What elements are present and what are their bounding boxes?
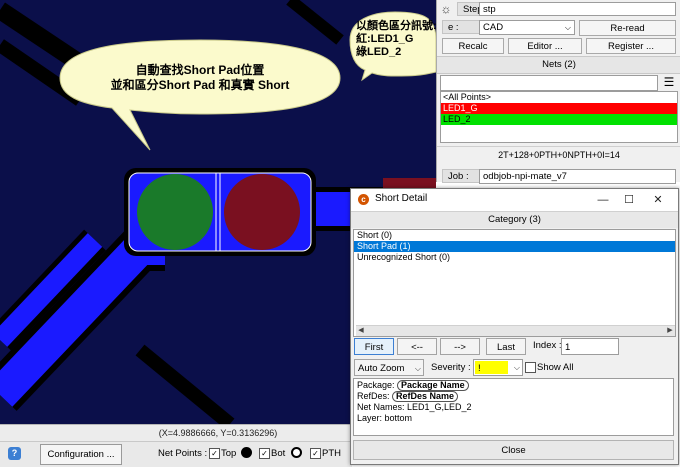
chevron-down-icon: ⌵: [564, 23, 571, 32]
callout-right-text: 以顏色區分訊號: 紅:LED1_G 綠LED_2: [356, 20, 452, 59]
index-input[interactable]: 1: [561, 338, 619, 355]
pth-checkbox[interactable]: ✓: [310, 448, 321, 459]
package-value: Package Name: [397, 380, 469, 391]
nets-list[interactable]: <All Points> LED1_G LED_2: [440, 91, 678, 143]
top-label: Top: [221, 448, 237, 459]
step-field[interactable]: stp: [479, 2, 676, 16]
gear-icon[interactable]: ☼: [439, 2, 453, 16]
bot-label: Bot: [271, 448, 286, 459]
chevron-down-icon: ⌵: [414, 364, 421, 373]
net-names: Net Names: LED1_G,LED_2: [357, 402, 472, 412]
callout-left-text: 自動查找Short Pad位置 並和區分Short Pad 和真實 Short: [75, 63, 325, 93]
close-icon[interactable]: ✕: [649, 192, 667, 208]
dialog-title-bar[interactable]: c Short Detail — ☐ ✕: [351, 189, 678, 211]
callout-left-bubble: [59, 39, 341, 151]
severity-value: !: [475, 361, 508, 374]
index-label: Index :: [533, 340, 562, 351]
minimize-icon[interactable]: —: [594, 192, 612, 208]
severity-label: Severity :: [431, 362, 471, 373]
net-points-label: Net Points :: [158, 448, 208, 459]
net-item-all[interactable]: <All Points>: [441, 92, 677, 103]
scroll-left-icon[interactable]: ◀: [356, 326, 366, 336]
top-checkbox[interactable]: ✓: [209, 448, 220, 459]
short-detail-dialog: c Short Detail — ☐ ✕ Category (3) Short …: [350, 188, 679, 465]
bot-dot-icon: [291, 447, 302, 458]
source-select-value: CAD: [483, 22, 504, 33]
dark-trace: [286, 0, 344, 45]
dialog-title: Short Detail: [375, 193, 428, 204]
net-item-led1g[interactable]: LED1_G: [441, 103, 677, 114]
severity-select[interactable]: ! ⌵: [473, 359, 523, 376]
callout-right-line3: 綠LED_2: [356, 46, 402, 58]
callout-left-line2: 並和區分Short Pad 和真實 Short: [110, 78, 290, 92]
editor-button[interactable]: Editor ...: [508, 38, 582, 54]
app-icon: c: [358, 194, 369, 205]
filter-icon[interactable]: ☰: [661, 74, 677, 90]
zoom-select[interactable]: Auto Zoom ⌵: [354, 359, 424, 376]
nets-header: Nets (2): [437, 56, 680, 74]
right-panel: ☼ Step : stp e : CAD ⌵ Re-read Recalc Ed…: [436, 0, 680, 185]
pth-label: PTH: [322, 448, 341, 459]
scroll-right-icon[interactable]: ▶: [665, 326, 675, 336]
previous-button[interactable]: <--: [397, 338, 437, 355]
layer: Layer: bottom: [357, 412, 413, 423]
callout-right-line2: 紅:LED1_G: [356, 33, 414, 45]
refdes-value: RefDes Name: [392, 391, 459, 402]
job-label: Job :: [442, 169, 480, 183]
nets-filter-input[interactable]: [440, 75, 658, 91]
bot-checkbox[interactable]: ✓: [259, 448, 270, 459]
last-button[interactable]: Last: [486, 338, 526, 355]
close-button[interactable]: Close: [353, 440, 674, 460]
detail-info-box: Package: Package Name RefDes: RefDes Nam…: [353, 378, 674, 436]
dark-trace: [135, 344, 235, 424]
control-row: Auto Zoom ⌵ Severity : ! ⌵ Show All: [351, 358, 678, 378]
callout-right-line1: 以顏色區分訊號:: [356, 20, 437, 32]
chevron-down-icon: ⌵: [513, 363, 520, 372]
show-all-label: Show All: [537, 362, 574, 373]
show-all-checkbox[interactable]: [525, 362, 536, 373]
next-button[interactable]: -->: [440, 338, 480, 355]
job-field[interactable]: odbjob-npi-mate_v7: [479, 169, 676, 184]
pad-led1g-red: [224, 174, 300, 250]
reread-button[interactable]: Re-read: [579, 20, 676, 36]
package-label: Package:: [357, 380, 395, 390]
top-dot-icon: [241, 447, 252, 458]
zoom-select-value: Auto Zoom: [358, 363, 405, 374]
refdes-row: RefDes: RefDes Name: [357, 391, 670, 402]
callout-left-line1: 自動查找Short Pad位置: [135, 63, 265, 77]
category-item-short[interactable]: Short (0): [354, 230, 675, 241]
net-item-led2[interactable]: LED_2: [441, 114, 677, 125]
category-list[interactable]: Short (0) Short Pad (1) Unrecognized Sho…: [353, 229, 676, 337]
package-row: Package: Package Name: [357, 380, 670, 391]
category-item-short-pad[interactable]: Short Pad (1): [354, 241, 675, 252]
pad-led2-green: [137, 174, 213, 250]
first-button[interactable]: First: [354, 338, 394, 355]
category-item-unrecognized[interactable]: Unrecognized Short (0): [354, 252, 675, 263]
category-header: Category (3): [351, 211, 678, 228]
horizontal-scrollbar[interactable]: ◀ ▶: [356, 325, 675, 336]
refdes-label: RefDes:: [357, 391, 390, 401]
bottom-toolbar: ? Configuration ... Net Points : ✓ Top ✓…: [0, 441, 352, 467]
navigation-row: First <-- --> Last Index : 1: [351, 337, 678, 357]
nets-summary: 2T+128+0PTH+0NPTH+0I=14: [437, 146, 680, 163]
configuration-button[interactable]: Configuration ...: [40, 444, 122, 465]
source-select[interactable]: CAD ⌵: [479, 20, 575, 35]
job-row: Job : odbjob-npi-mate_v7: [437, 167, 680, 185]
help-icon[interactable]: ?: [8, 447, 21, 460]
register-button[interactable]: Register ...: [586, 38, 676, 54]
maximize-icon[interactable]: ☐: [620, 192, 638, 208]
